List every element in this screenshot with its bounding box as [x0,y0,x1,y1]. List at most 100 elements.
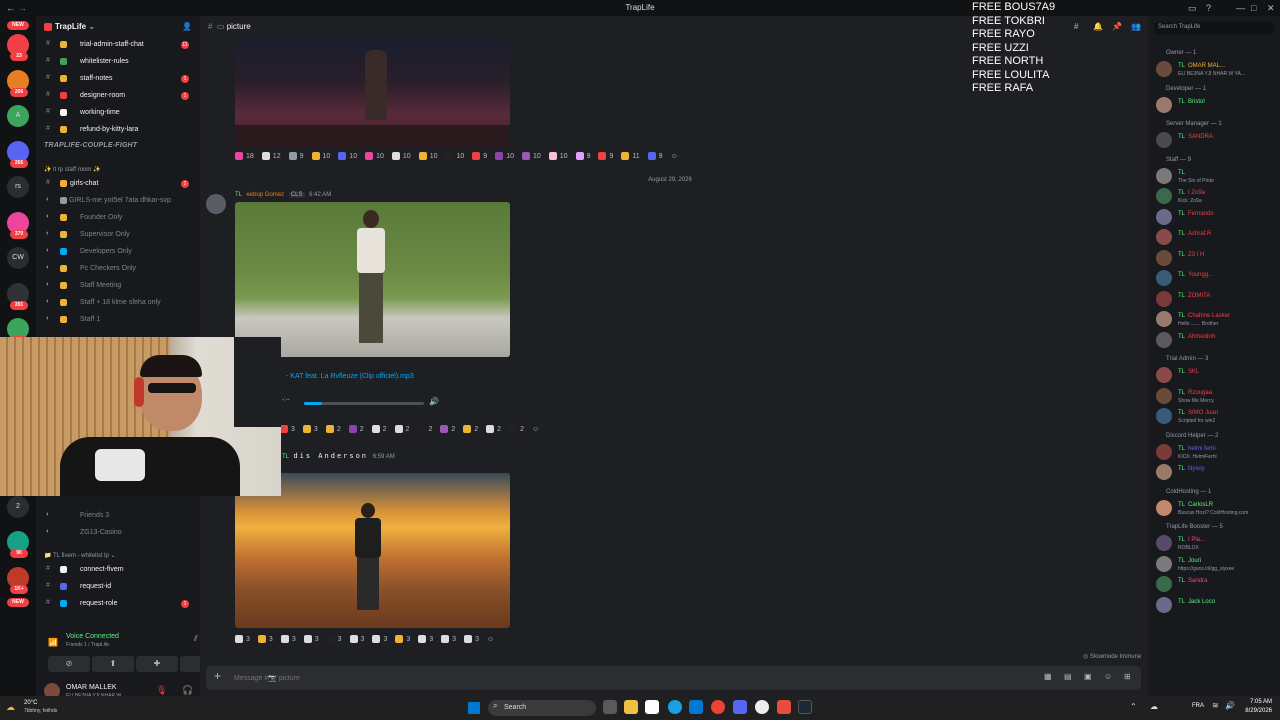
member-item[interactable]: TL Youngg... [1156,270,1278,288]
reaction-button[interactable]: 10 [548,152,568,160]
task-view-icon[interactable] [603,700,617,714]
reaction-button[interactable]: 2 [394,425,409,433]
reaction-button[interactable]: 3 [418,635,433,643]
reaction-button[interactable]: 3 [280,635,296,643]
server-icon[interactable]: A [7,105,29,127]
reaction-button[interactable]: 3 [303,635,319,643]
camera-off-button[interactable]: ⊘ [48,656,90,672]
category-couple[interactable]: TRAPLIFE-COUPLE-FIGHT [44,142,137,149]
reaction-button[interactable]: 3 [326,635,342,643]
reaction-button[interactable]: 9 [647,152,663,160]
language-indicator[interactable]: FRA [1192,703,1204,709]
app-icon[interactable] [755,700,769,714]
weather-temp[interactable]: 20°C [24,700,37,706]
channel-item[interactable]: # request-role 1 [36,597,196,611]
server-icon[interactable]: CW [7,247,29,269]
volume-icon[interactable]: 🔊 [429,397,439,406]
reaction-button[interactable]: 10 [311,152,330,160]
windows-start-icon[interactable] [468,702,480,714]
user-name[interactable]: OMAR MALLEK [66,684,117,691]
member-item[interactable]: TL Bristol [1156,96,1278,115]
member-item[interactable]: TL OMAR MAL... ELI BE3NA YJI NHAR W YA... [1156,61,1278,79]
reaction-button[interactable]: 2 [417,425,432,433]
reaction-button[interactable]: 9 [472,152,487,160]
member-item[interactable]: TL I Zo9a Kick: Zo9a [1156,188,1278,206]
discord-icon[interactable] [733,700,747,714]
reaction-button[interactable]: 3 [257,635,273,643]
message-image-beach[interactable] [235,473,510,628]
reaction-button[interactable]: 2 [509,425,524,433]
reaction-button[interactable]: 9 [288,152,304,160]
reaction-button[interactable]: 3 [372,635,387,643]
channel-item[interactable]: # designer-room 1 [36,89,196,103]
reaction-button[interactable]: 2 [371,425,387,433]
member-item[interactable]: TL Ahmedinh [1156,331,1278,350]
channel-item[interactable]: # trial-admin-staff-chat 11 [36,38,196,52]
bell-icon[interactable]: 🔔 [1093,22,1103,31]
member-item[interactable]: TL Chahine Lasker Hello ....... Brother [1156,311,1278,329]
store-icon[interactable] [645,700,659,714]
reaction-button[interactable]: 10 [521,152,541,160]
category-fivem[interactable]: 📁 TL fivem - whitelist lp ⌄ [44,552,116,559]
voice-channel-item[interactable]: ◐ Supervisor Only [36,228,196,242]
avatar[interactable] [206,194,226,214]
message-input[interactable] [234,670,834,686]
member-item[interactable]: TL ZOMITA [1156,290,1278,309]
member-item[interactable]: TL Fernando [1156,208,1278,227]
message-author[interactable]: TL dis Anderson 6:59 AM [282,452,395,460]
pin-icon[interactable]: 📌 [1112,22,1122,31]
channel-item[interactable]: # whitelister-rules [36,55,196,69]
reaction-button[interactable]: 18 [235,152,254,160]
message-author[interactable]: TL eebup Gomez CLS 6:42 AM [235,192,331,198]
voice-channel-item[interactable]: ◐ Staff 1 [36,313,196,327]
voice-channel[interactable]: Friends 1 / TrapLife [66,642,109,648]
voice-channel-item[interactable]: ◐ ZG13-Casino [36,526,196,540]
voice-channel-item[interactable]: ◐ Staff Meeting [36,279,196,293]
member-item[interactable]: TL The Sin of Pride [1156,167,1278,186]
maximize-icon[interactable]: □ [1251,3,1256,13]
reaction-button[interactable]: 10 [391,152,411,160]
voice-channel-item[interactable]: ◐ Staff + 18 klme sfeha only [36,296,196,310]
taskbar-search[interactable]: Search [488,700,596,716]
reaction-button[interactable]: 10 [445,152,464,160]
reaction-button[interactable]: 2 [463,425,478,433]
voice-channel-item[interactable]: ◐ Founder Only [36,211,196,225]
member-item[interactable]: TL SANDRA [1156,132,1278,150]
reaction-button[interactable]: 9 [598,152,613,160]
threads-icon[interactable]: # [1074,22,1078,31]
help-icon[interactable]: ? [1206,3,1211,13]
clock-date[interactable]: 8/29/2026 [1238,708,1272,714]
reaction-button[interactable]: 10 [365,152,384,160]
reaction-button[interactable]: 10 [338,152,357,160]
member-item[interactable]: TL Jouri https://guns.lol/gg_slyxee [1156,555,1278,574]
reaction-button[interactable]: 11 [621,152,640,160]
server-icon[interactable]: 2 [7,495,29,518]
steam-icon[interactable] [798,700,812,714]
reaction-button[interactable]: 3 [280,425,295,433]
voice-channel-item[interactable]: ◐ GIRLS-me yot5el 7ata dhkar-svp [36,194,196,208]
member-item[interactable]: TL Z3 I H [1156,249,1278,268]
noise-suppression-icon[interactable]: ⫽ [194,634,198,644]
gif-icon[interactable]: ▤ [1064,672,1072,681]
member-item[interactable]: TL Nyxoy [1156,464,1278,482]
member-item[interactable]: TL Rzougaa Show Me Mercy [1156,387,1278,406]
deafen-icon[interactable]: 🎧 [182,685,193,696]
activities-button[interactable]: ✚ [136,656,178,672]
category-staffroom[interactable]: ✨ lt rp staff room ✨ [44,166,101,173]
reaction-button[interactable]: 3 [441,635,456,643]
channel-item[interactable]: # refund-by-kitty-lara [36,123,196,137]
reaction-button[interactable]: 3 [464,635,479,643]
channel-item[interactable]: # request-id [36,580,196,594]
reaction-button[interactable]: 12 [261,152,281,160]
add-friend-icon[interactable]: 👤 [182,22,192,31]
app-icon[interactable] [777,700,791,714]
chevron-up-icon[interactable]: ⌃ [1130,702,1137,711]
member-item[interactable]: TL SKL [1156,367,1278,385]
mute-icon[interactable]: 🎙 [156,685,167,696]
member-item[interactable]: TL CarlosLR Buscas Host? ColdHosting.com [1156,499,1278,518]
reaction-button[interactable]: 2 [486,425,501,433]
member-item[interactable]: TL I Pla... ROBLOX [1156,535,1278,553]
member-item[interactable]: TL Sandra [1156,576,1278,594]
mail-icon[interactable] [689,700,703,714]
reaction-button[interactable]: 3 [302,425,318,433]
